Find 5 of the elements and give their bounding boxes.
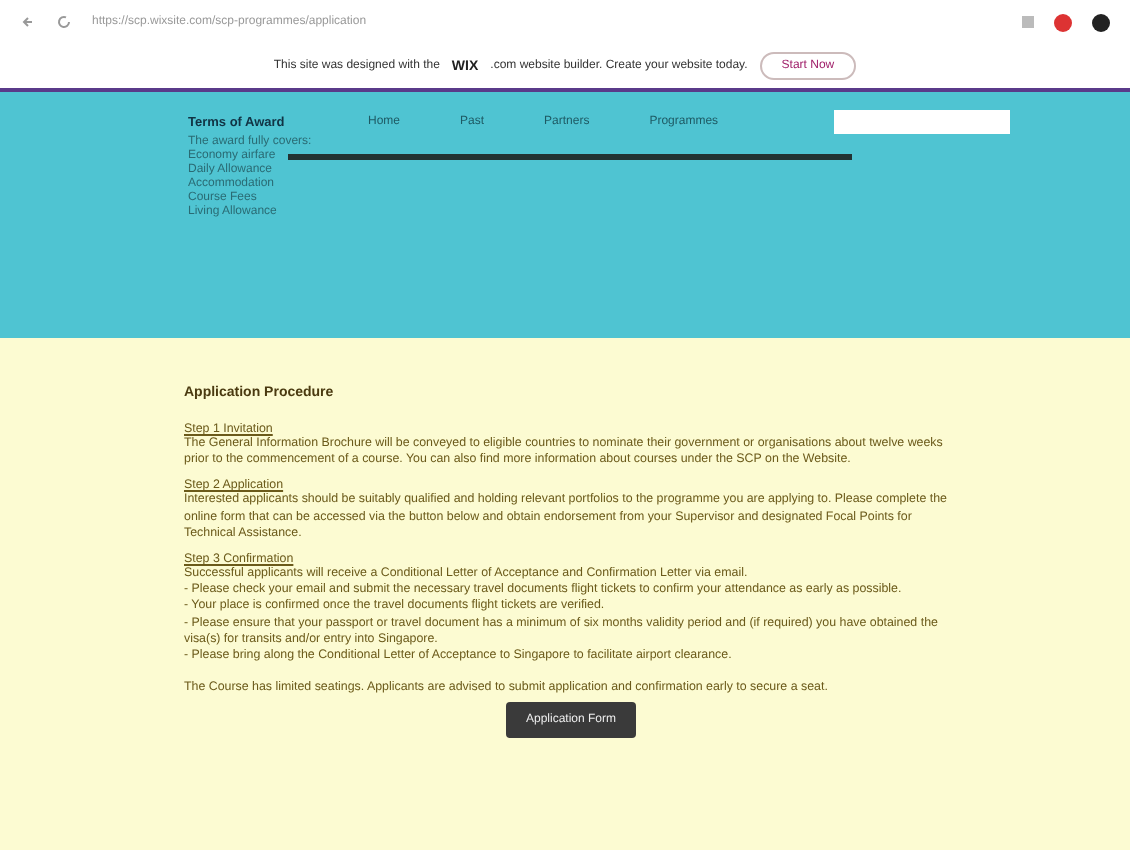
badge-icon[interactable] bbox=[1054, 13, 1072, 31]
reload-icon[interactable] bbox=[56, 14, 72, 30]
search-field[interactable] bbox=[834, 110, 1010, 134]
back-icon[interactable] bbox=[20, 14, 36, 30]
profile-icon[interactable] bbox=[1092, 13, 1110, 31]
